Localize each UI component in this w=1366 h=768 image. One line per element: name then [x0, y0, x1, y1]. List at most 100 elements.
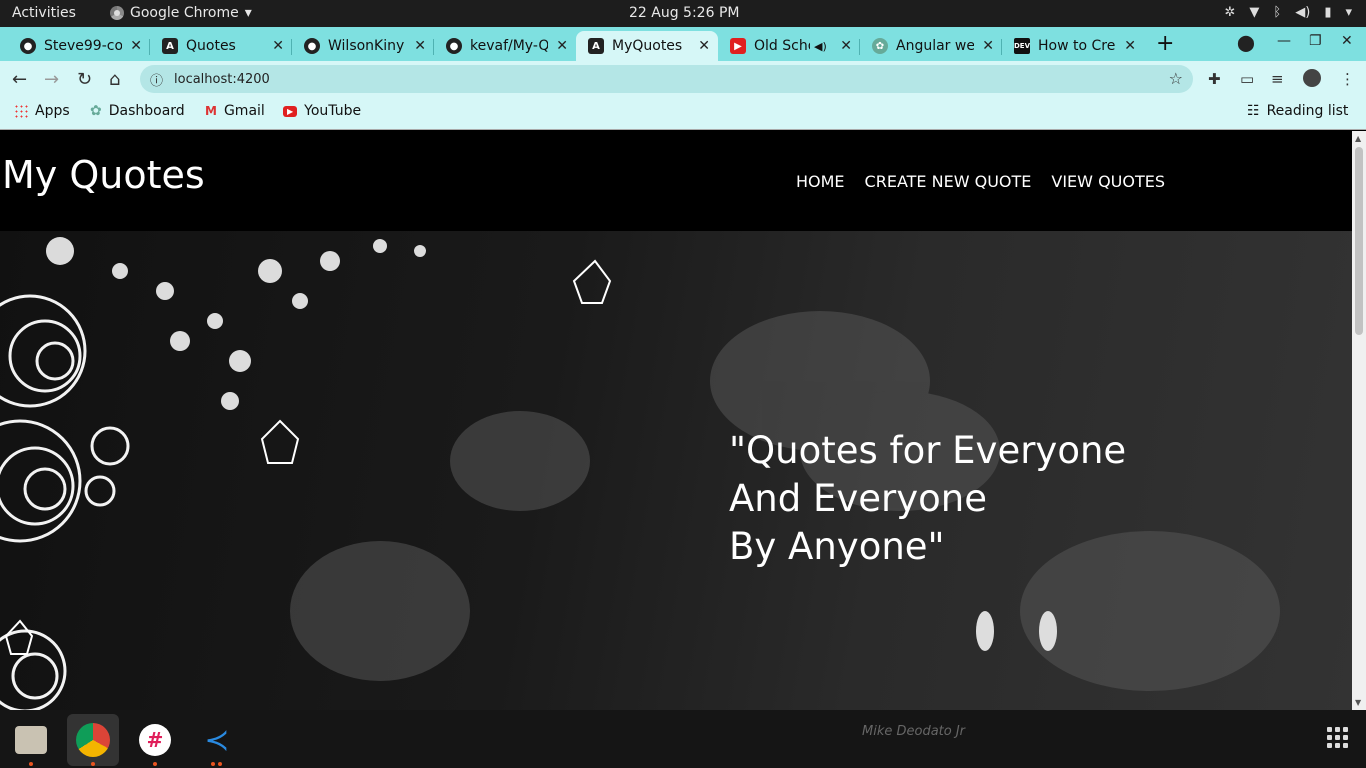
bookmark-label: Dashboard	[108, 103, 185, 119]
wifi-icon: ▼	[1249, 5, 1260, 20]
tab-old-school[interactable]: ▶ Old Scho ◀) ✕	[718, 31, 860, 61]
url-input[interactable]	[174, 69, 1074, 89]
reload-icon[interactable]: ↻	[77, 69, 92, 90]
bookmark-label: Gmail	[223, 103, 265, 119]
close-icon[interactable]: ✕	[414, 38, 426, 54]
running-indicator	[91, 762, 95, 766]
youtube-icon: ▶	[730, 38, 746, 54]
slogan-line-1: "Quotes for Everyone	[729, 429, 1127, 472]
close-icon[interactable]: ✕	[840, 38, 852, 54]
tab-title: kevaf/My-Q	[470, 38, 548, 54]
page-scrollbar[interactable]: ▲ ▼	[1352, 131, 1366, 710]
scroll-up-icon[interactable]: ▲	[1355, 134, 1361, 143]
vscode-icon: ≺	[204, 722, 230, 758]
app-name: Google Chrome	[130, 5, 239, 21]
tab-search-icon[interactable]: ⬤	[1237, 33, 1255, 52]
tab-steve99[interactable]: ● Steve99-coo ✕	[0, 31, 150, 61]
reading-list-button[interactable]: ☷ Reading list	[1247, 103, 1348, 119]
youtube-icon: ▶	[283, 105, 298, 117]
dock-vscode[interactable]: ≺	[191, 714, 243, 766]
leaf-icon: ✿	[90, 103, 102, 119]
bookmark-label: YouTube	[304, 103, 362, 119]
clock[interactable]: 22 Aug 5:26 PM	[629, 5, 739, 21]
close-icon[interactable]: ✕	[1124, 38, 1136, 54]
scroll-down-icon[interactable]: ▼	[1355, 698, 1361, 707]
close-icon[interactable]: ✕	[130, 38, 142, 54]
bookmark-label: Apps	[35, 103, 70, 119]
menu-kebab-icon[interactable]: ⋮	[1340, 70, 1355, 88]
tab-how-to-create[interactable]: DEV How to Cre ✕	[1002, 31, 1144, 61]
floral-background-image	[0, 237, 1280, 710]
running-indicator	[218, 762, 222, 766]
close-icon[interactable]: ✕	[272, 38, 284, 54]
bookmark-apps[interactable]: Apps	[14, 103, 70, 119]
profile-avatar[interactable]	[1303, 69, 1321, 87]
tab-wilsonkiny[interactable]: ● WilsonKiny ✕	[292, 31, 434, 61]
nav-home-link[interactable]: HOME	[796, 172, 845, 191]
nav-view-quotes-link[interactable]: VIEW QUOTES	[1051, 172, 1165, 191]
dock-slack[interactable]: #	[129, 714, 181, 766]
extensions-icon[interactable]: ✚	[1208, 70, 1221, 88]
browser-toolbar: ← → ↻ ⌂ ⓘ ☆ ✚ ▭ ≡ ⋮	[0, 61, 1366, 97]
cast-icon[interactable]: ▭	[1240, 70, 1254, 88]
dev-icon: DEV	[1014, 38, 1030, 54]
apps-grid-icon	[14, 104, 28, 118]
scrollbar-thumb[interactable]	[1355, 147, 1363, 335]
bookmark-youtube[interactable]: ▶ YouTube	[283, 103, 361, 119]
tab-title: Angular we	[896, 38, 974, 54]
chevron-down-icon: ▾	[244, 5, 252, 21]
media-control-icon[interactable]: ≡	[1271, 70, 1284, 88]
slogan-line-3: By Anyone"	[729, 525, 945, 568]
show-applications-grid-icon[interactable]	[1327, 727, 1348, 748]
restore-button[interactable]: ❐	[1309, 33, 1322, 49]
close-icon[interactable]: ✕	[556, 38, 568, 54]
tab-quotes[interactable]: A Quotes ✕	[150, 31, 292, 61]
back-icon[interactable]: ←	[12, 69, 27, 90]
bookmark-gmail[interactable]: M Gmail	[205, 103, 265, 119]
site-brand[interactable]: My Quotes	[2, 153, 205, 197]
tab-myquotes[interactable]: A MyQuotes ✕	[576, 31, 718, 61]
hero-slogan: "Quotes for Everyone And Everyone By Any…	[729, 427, 1126, 571]
close-icon[interactable]: ✕	[698, 38, 710, 54]
home-icon[interactable]: ⌂	[109, 69, 120, 90]
slogan-line-2: And Everyone	[729, 477, 988, 520]
web-page: My Quotes HOME CREATE NEW QUOTE VIEW QUO…	[0, 131, 1352, 710]
minimize-button[interactable]: —	[1277, 33, 1291, 49]
running-indicator	[211, 762, 215, 766]
close-window-button[interactable]: ✕	[1341, 33, 1353, 49]
system-top-bar: Activities Google Chrome ▾ 22 Aug 5:26 P…	[0, 0, 1366, 27]
github-icon: ●	[446, 38, 462, 54]
reading-list-icon: ☷	[1247, 103, 1260, 119]
site-menu: HOME CREATE NEW QUOTE VIEW QUOTES	[796, 172, 1165, 191]
bookmark-dashboard[interactable]: ✿ Dashboard	[90, 103, 185, 119]
tab-kevaf[interactable]: ● kevaf/My-Q ✕	[434, 31, 576, 61]
app-menu[interactable]: Google Chrome ▾	[110, 5, 252, 21]
info-icon[interactable]: ⓘ	[150, 70, 163, 89]
running-indicator	[29, 762, 33, 766]
running-indicator	[153, 762, 157, 766]
leaf-icon: ✿	[872, 38, 888, 54]
angular-icon: A	[588, 38, 604, 54]
forward-icon[interactable]: →	[44, 69, 59, 90]
bookmark-star-icon[interactable]: ☆	[1169, 69, 1183, 88]
tab-angular-web[interactable]: ✿ Angular we ✕	[860, 31, 1002, 61]
tab-title: MyQuotes	[612, 38, 683, 54]
system-tray[interactable]: ✲ ▼ ᛒ ◀) ▮ ▾	[1225, 5, 1352, 20]
github-icon: ●	[20, 38, 36, 54]
tab-title: How to Cre	[1038, 38, 1116, 54]
speaker-icon[interactable]: ◀)	[814, 40, 827, 53]
bluetooth-icon: ᛒ	[1273, 5, 1282, 20]
nav-create-quote-link[interactable]: CREATE NEW QUOTE	[865, 172, 1032, 191]
gmail-icon: M	[205, 104, 217, 118]
close-icon[interactable]: ✕	[982, 38, 994, 54]
dock-chrome[interactable]	[67, 714, 119, 766]
activities-button[interactable]: Activities	[12, 5, 76, 21]
power-menu-icon: ▾	[1345, 5, 1352, 20]
new-tab-button[interactable]: +	[1156, 31, 1174, 56]
chrome-icon	[76, 723, 110, 757]
tab-title: Quotes	[186, 38, 236, 54]
dock-files[interactable]	[5, 714, 57, 766]
network-indicator-icon: ✲	[1224, 5, 1236, 20]
address-bar[interactable]: ⓘ ☆	[140, 65, 1193, 93]
battery-icon: ▮	[1324, 5, 1332, 20]
